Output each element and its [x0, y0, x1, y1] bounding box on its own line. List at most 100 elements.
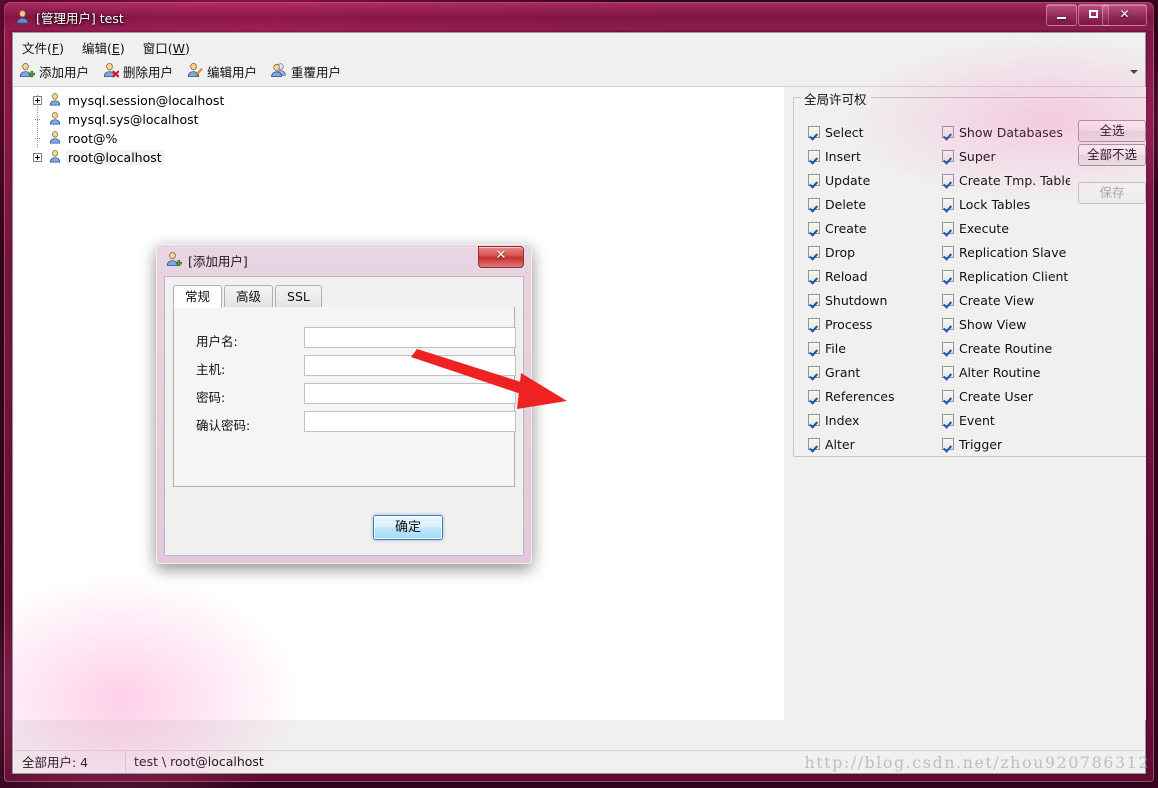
tree-connector-line	[37, 95, 38, 147]
checkbox[interactable]	[942, 150, 954, 162]
permission-trigger[interactable]: Trigger	[942, 432, 1070, 456]
permission-select[interactable]: Select	[808, 120, 938, 144]
permission-label: Create View	[959, 292, 1035, 308]
checkbox[interactable]	[808, 174, 820, 186]
dialog-ok-button[interactable]: 确定	[373, 515, 443, 540]
permission-show-view[interactable]: Show View	[942, 312, 1070, 336]
checkbox[interactable]	[808, 414, 820, 426]
password-input[interactable]	[304, 383, 516, 404]
checkbox[interactable]	[808, 126, 820, 138]
tab-ssl[interactable]: SSL	[275, 285, 322, 307]
checkbox[interactable]	[808, 198, 820, 210]
checkbox[interactable]	[942, 414, 954, 426]
checkbox[interactable]	[942, 222, 954, 234]
permission-drop[interactable]: Drop	[808, 240, 938, 264]
select-all-button[interactable]: 全选	[1078, 120, 1146, 142]
checkbox[interactable]	[808, 294, 820, 306]
checkbox[interactable]	[942, 294, 954, 306]
deselect-all-button[interactable]: 全部不选	[1078, 144, 1146, 166]
confirm-password-input[interactable]	[304, 411, 516, 432]
checkbox[interactable]	[942, 390, 954, 402]
expand-icon[interactable]	[33, 96, 42, 105]
checkbox[interactable]	[808, 246, 820, 258]
permission-process[interactable]: Process	[808, 312, 938, 336]
pane-splitter[interactable]	[784, 87, 789, 720]
permission-update[interactable]: Update	[808, 168, 938, 192]
permission-show-databases[interactable]: Show Databases	[942, 120, 1070, 144]
checkbox[interactable]	[942, 438, 954, 450]
checkbox[interactable]	[942, 174, 954, 186]
permission-shutdown[interactable]: Shutdown	[808, 288, 938, 312]
permission-replication-slave[interactable]: Replication Slave	[942, 240, 1070, 264]
toolbar-button-add-user[interactable]: 添加用户	[13, 57, 97, 86]
expand-icon[interactable]	[33, 153, 42, 162]
annotation-arrow	[411, 349, 567, 409]
permission-alter-routine[interactable]: Alter Routine	[942, 360, 1070, 384]
maximize-icon	[1079, 5, 1108, 25]
menu-item-window[interactable]: 窗口(W)	[134, 33, 199, 61]
checkbox[interactable]	[808, 342, 820, 354]
permission-file[interactable]: File	[808, 336, 938, 360]
toolbar-overflow-button[interactable]	[1127, 57, 1141, 86]
tab-advanced[interactable]: 高级	[224, 285, 274, 307]
checkbox[interactable]	[808, 150, 820, 162]
menu-item-file[interactable]: 文件(F)	[13, 33, 73, 61]
checkbox[interactable]	[808, 222, 820, 234]
permission-index[interactable]: Index	[808, 408, 938, 432]
maximize-button[interactable]	[1078, 4, 1109, 26]
tree-node-root-any[interactable]: root@%	[14, 129, 784, 148]
permission-lock-tables[interactable]: Lock Tables	[942, 192, 1070, 216]
close-button[interactable]: ✕	[1102, 4, 1147, 26]
checkbox[interactable]	[808, 366, 820, 378]
minimize-button[interactable]	[1046, 4, 1077, 26]
tree-node-root-localhost[interactable]: root@localhost	[14, 148, 784, 167]
toolbar-button-delete-user[interactable]: 删除用户	[97, 57, 181, 86]
user-tree-panel[interactable]: mysql.session@localhost mysql.sys@localh…	[14, 87, 785, 720]
menu-item-edit[interactable]: 编辑(E)	[73, 33, 134, 61]
permission-label: Show Databases	[959, 124, 1063, 140]
permission-delete[interactable]: Delete	[808, 192, 938, 216]
host-input[interactable]	[304, 355, 516, 376]
dialog-close-button[interactable]: ✕	[478, 246, 524, 268]
checkbox[interactable]	[942, 342, 954, 354]
permission-create-view[interactable]: Create View	[942, 288, 1070, 312]
permission-label: Create User	[959, 388, 1033, 404]
permission-super[interactable]: Super	[942, 144, 1070, 168]
permission-create[interactable]: Create	[808, 216, 938, 240]
permission-create-user[interactable]: Create User	[942, 384, 1070, 408]
permission-alter[interactable]: Alter	[808, 432, 938, 456]
window-title: [管理用户] test	[36, 11, 124, 26]
permission-references[interactable]: References	[808, 384, 938, 408]
toolbar-button-edit-user[interactable]: 编辑用户	[181, 57, 265, 86]
checkbox[interactable]	[808, 390, 820, 402]
tree-node-label: mysql.sys@localhost	[68, 112, 199, 127]
checkbox[interactable]	[808, 270, 820, 282]
checkbox[interactable]	[942, 366, 954, 378]
checkbox[interactable]	[808, 438, 820, 450]
close-icon: ✕	[495, 248, 507, 263]
permission-event[interactable]: Event	[942, 408, 1070, 432]
tree-node-mysql-sys[interactable]: mysql.sys@localhost	[14, 110, 784, 129]
permission-label: Create Tmp. Table	[959, 172, 1070, 188]
permission-grant[interactable]: Grant	[808, 360, 938, 384]
tab-general[interactable]: 常规	[173, 285, 223, 308]
tree-node-mysql-session[interactable]: mysql.session@localhost	[14, 91, 784, 110]
checkbox[interactable]	[942, 126, 954, 138]
permission-replication-client[interactable]: Replication Client	[942, 264, 1070, 288]
checkbox[interactable]	[942, 246, 954, 258]
permission-create-routine[interactable]: Create Routine	[942, 336, 1070, 360]
user-add-icon	[19, 62, 35, 81]
permission-reload[interactable]: Reload	[808, 264, 938, 288]
add-user-dialog: [添加用户] ✕ 常规 高级 SSL 用户名: 主机: 密码: 确认密码: 确定	[156, 244, 532, 564]
permission-execute[interactable]: Execute	[942, 216, 1070, 240]
minimize-icon	[1047, 5, 1076, 25]
checkbox[interactable]	[942, 198, 954, 210]
checkbox[interactable]	[808, 318, 820, 330]
username-input[interactable]	[304, 327, 516, 348]
permission-create-tmp-table[interactable]: Create Tmp. Table	[942, 168, 1070, 192]
permission-label: References	[825, 388, 895, 404]
permission-insert[interactable]: Insert	[808, 144, 938, 168]
toolbar-button-duplicate-user[interactable]: 重覆用户	[265, 57, 349, 86]
checkbox[interactable]	[942, 270, 954, 282]
checkbox[interactable]	[942, 318, 954, 330]
